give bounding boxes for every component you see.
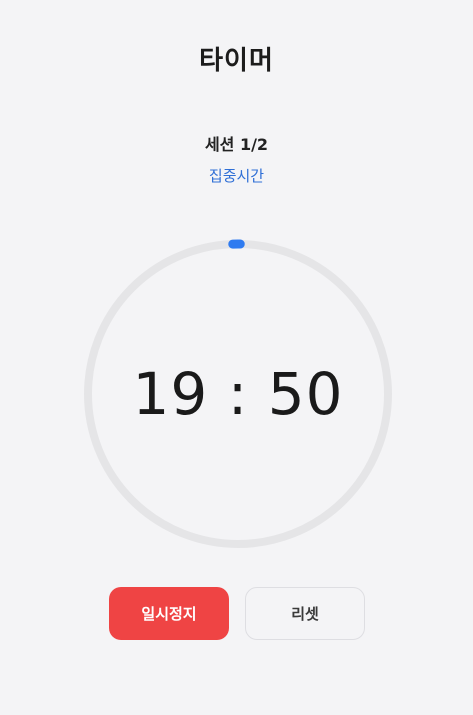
- timer-controls: 일시정지 리셋: [109, 587, 365, 640]
- session-counter: 세션 1/2: [204, 135, 269, 154]
- timer-display: 19 : 50: [132, 360, 344, 428]
- pause-button[interactable]: 일시정지: [109, 587, 229, 640]
- phase-label: 집중시간: [208, 167, 265, 185]
- page-title: 타이머: [199, 46, 274, 76]
- reset-button[interactable]: 리셋: [245, 587, 365, 640]
- timer-ring: 19 : 50: [83, 239, 393, 549]
